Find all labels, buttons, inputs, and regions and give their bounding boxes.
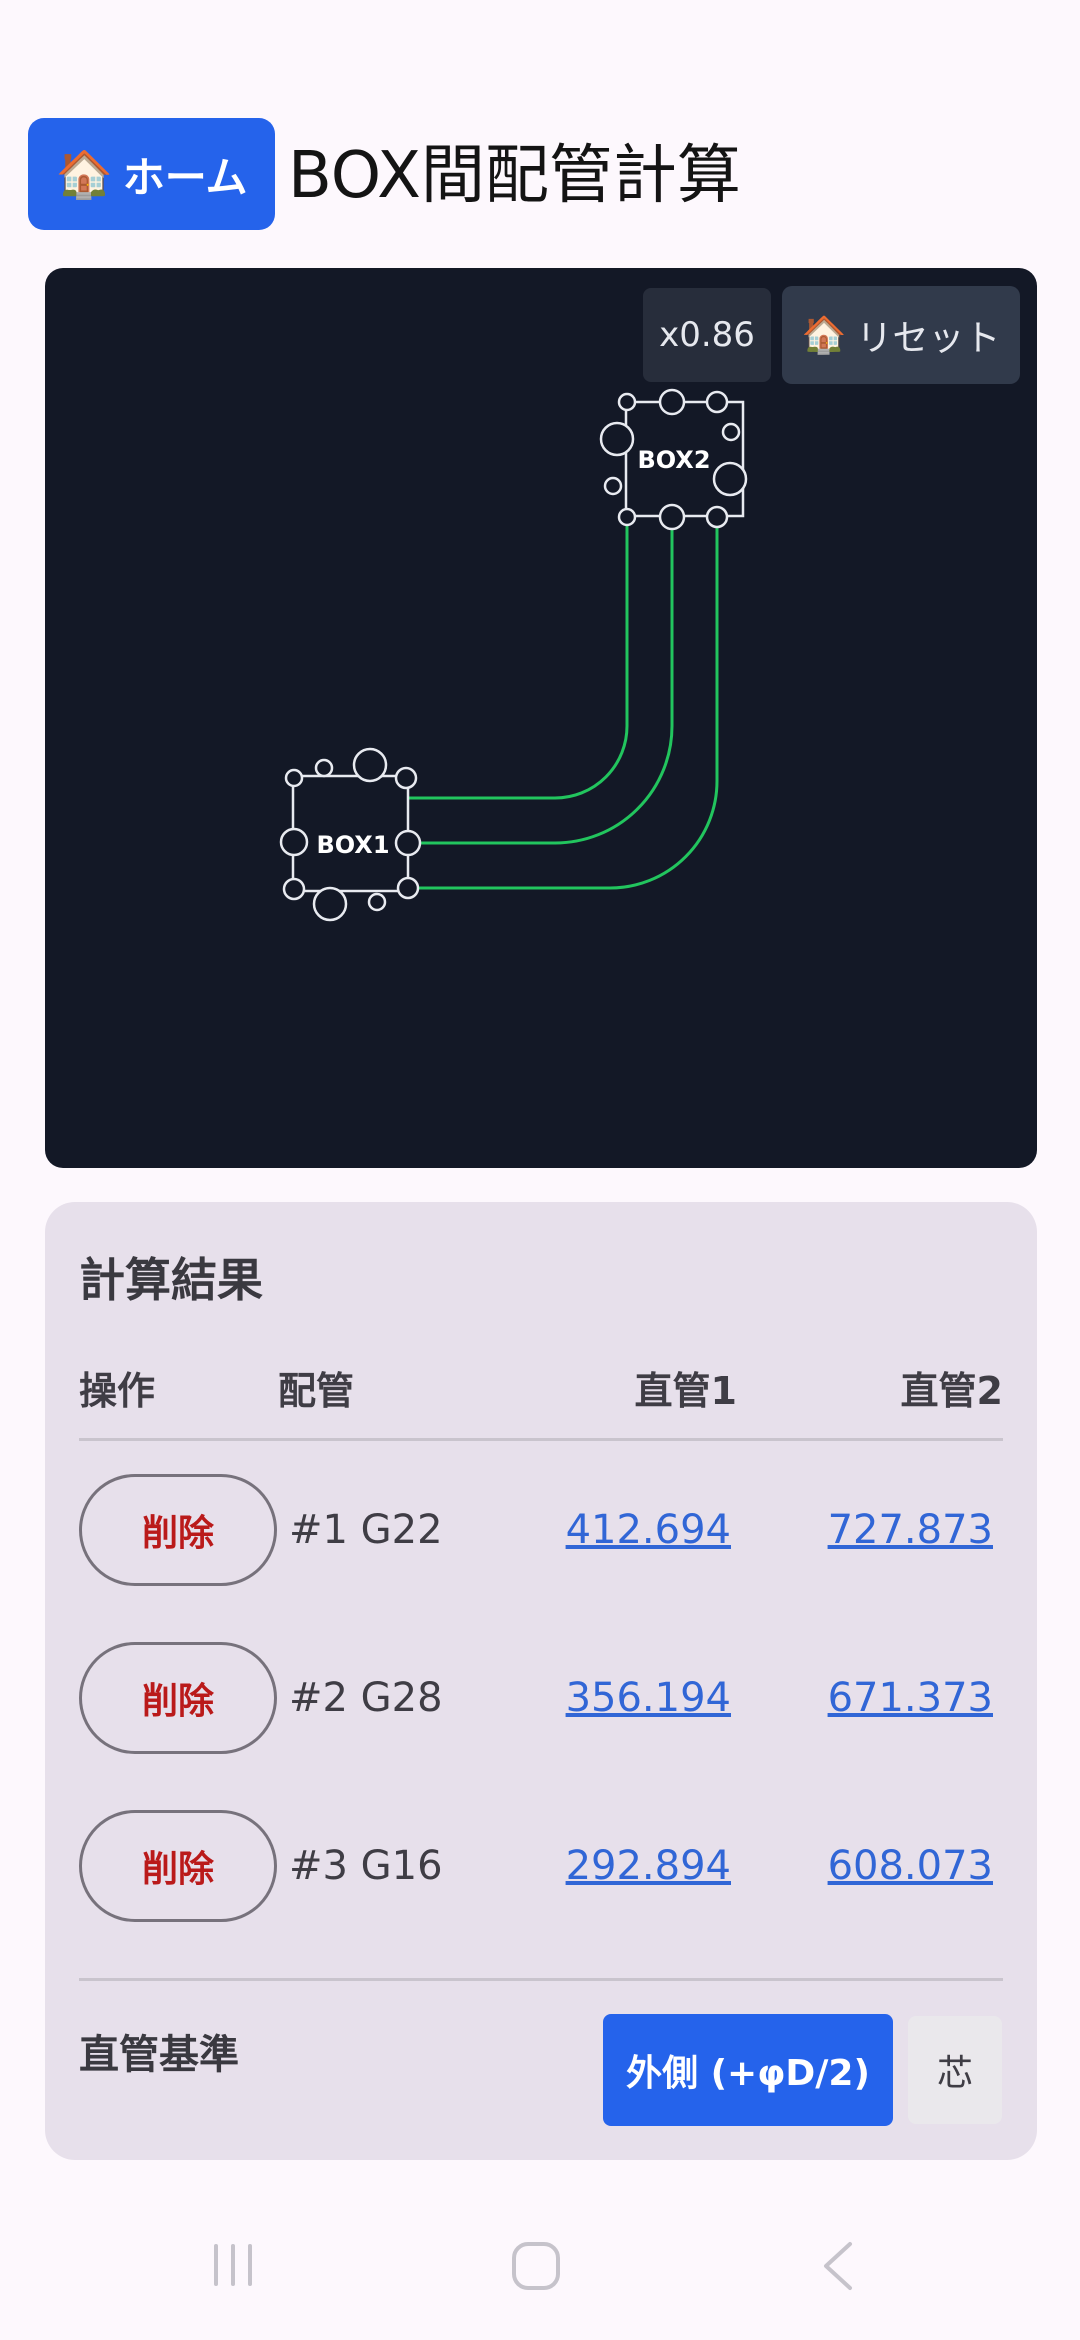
pipe-route-2 xyxy=(408,518,674,845)
navigation-bar xyxy=(0,2200,1080,2340)
box2-port xyxy=(705,505,729,529)
house-icon: 🏠 xyxy=(801,315,847,356)
home-button-label: ホーム xyxy=(122,152,248,202)
home-button[interactable]: 🏠 ホーム xyxy=(28,118,275,230)
pipe-routes xyxy=(408,518,719,890)
box2-label: BOX2 xyxy=(637,446,710,474)
straight1-link[interactable]: 292.894 xyxy=(566,1810,731,1922)
pipe-canvas[interactable]: BOX2 BOX1 x0.86 🏠 リセット xyxy=(45,268,1037,1168)
pipe-diagram: BOX2 BOX1 xyxy=(279,388,748,922)
zoom-level: x0.86 xyxy=(643,288,771,382)
basis-core-button[interactable]: 芯 xyxy=(908,2016,1002,2124)
straight1-link[interactable]: 412.694 xyxy=(566,1474,731,1586)
box2-port xyxy=(599,421,635,457)
box2-port xyxy=(617,392,637,412)
box2-port xyxy=(603,476,623,496)
results-title: 計算結果 xyxy=(79,1253,263,1307)
column-header-pipe: 配管 xyxy=(278,1369,355,1413)
pipe-label: #1 G22 xyxy=(289,1507,443,1553)
table-row: 削除 #1 G22 412.694 727.873 xyxy=(45,1474,1037,1586)
status-bar xyxy=(0,0,1080,100)
box2-port xyxy=(617,507,637,527)
straight2-link[interactable]: 608.073 xyxy=(828,1810,993,1922)
box1-port xyxy=(396,876,420,900)
pipe-label: #2 G28 xyxy=(289,1675,443,1721)
box2-port xyxy=(712,461,748,497)
home-nav-icon[interactable] xyxy=(510,2240,562,2292)
box1-label: BOX1 xyxy=(316,831,389,859)
reset-button[interactable]: 🏠 リセット xyxy=(782,286,1020,384)
straight2-link[interactable]: 671.373 xyxy=(828,1642,993,1754)
box1-port xyxy=(312,886,348,922)
box1-port xyxy=(314,758,334,778)
straight2-link[interactable]: 727.873 xyxy=(828,1474,993,1586)
pipe-route-1 xyxy=(408,518,629,800)
table-row: 削除 #2 G28 356.194 671.373 xyxy=(45,1642,1037,1754)
box2-port xyxy=(658,388,686,416)
column-header-operation: 操作 xyxy=(79,1369,156,1413)
house-icon: 🏠 xyxy=(55,146,113,201)
header-divider xyxy=(79,1438,1003,1441)
column-header-straight1: 直管1 xyxy=(634,1369,737,1413)
box2-port xyxy=(705,390,729,414)
box2-port xyxy=(658,503,686,531)
recent-apps-icon[interactable] xyxy=(208,2240,258,2290)
box1-port xyxy=(352,747,388,783)
delete-button[interactable]: 削除 xyxy=(79,1642,277,1754)
box1-port xyxy=(394,766,418,790)
table-row: 削除 #3 G16 292.894 608.073 xyxy=(45,1810,1037,1922)
delete-button[interactable]: 削除 xyxy=(79,1810,277,1922)
straight-basis-label: 直管基準 xyxy=(79,2032,239,2078)
page-title: BOX間配管計算 xyxy=(288,139,741,213)
straight1-link[interactable]: 356.194 xyxy=(566,1642,731,1754)
footer-divider xyxy=(79,1978,1003,1981)
basis-outer-button[interactable]: 外側 (+φD/2) xyxy=(603,2014,893,2126)
box1-port xyxy=(367,892,387,912)
back-icon[interactable] xyxy=(818,2240,858,2292)
box2-port xyxy=(721,422,741,442)
box1-port xyxy=(282,877,306,901)
box1-port xyxy=(284,768,304,788)
reset-button-label: リセット xyxy=(856,318,1001,359)
pipe-label: #3 G16 xyxy=(289,1843,443,1889)
column-header-straight2: 直管2 xyxy=(900,1369,1003,1413)
box1-port xyxy=(394,829,422,857)
results-panel: 計算結果 操作 配管 直管1 直管2 削除 #1 G22 412.694 727… xyxy=(45,1202,1037,2160)
box1-port xyxy=(279,827,309,857)
delete-button[interactable]: 削除 xyxy=(79,1474,277,1586)
